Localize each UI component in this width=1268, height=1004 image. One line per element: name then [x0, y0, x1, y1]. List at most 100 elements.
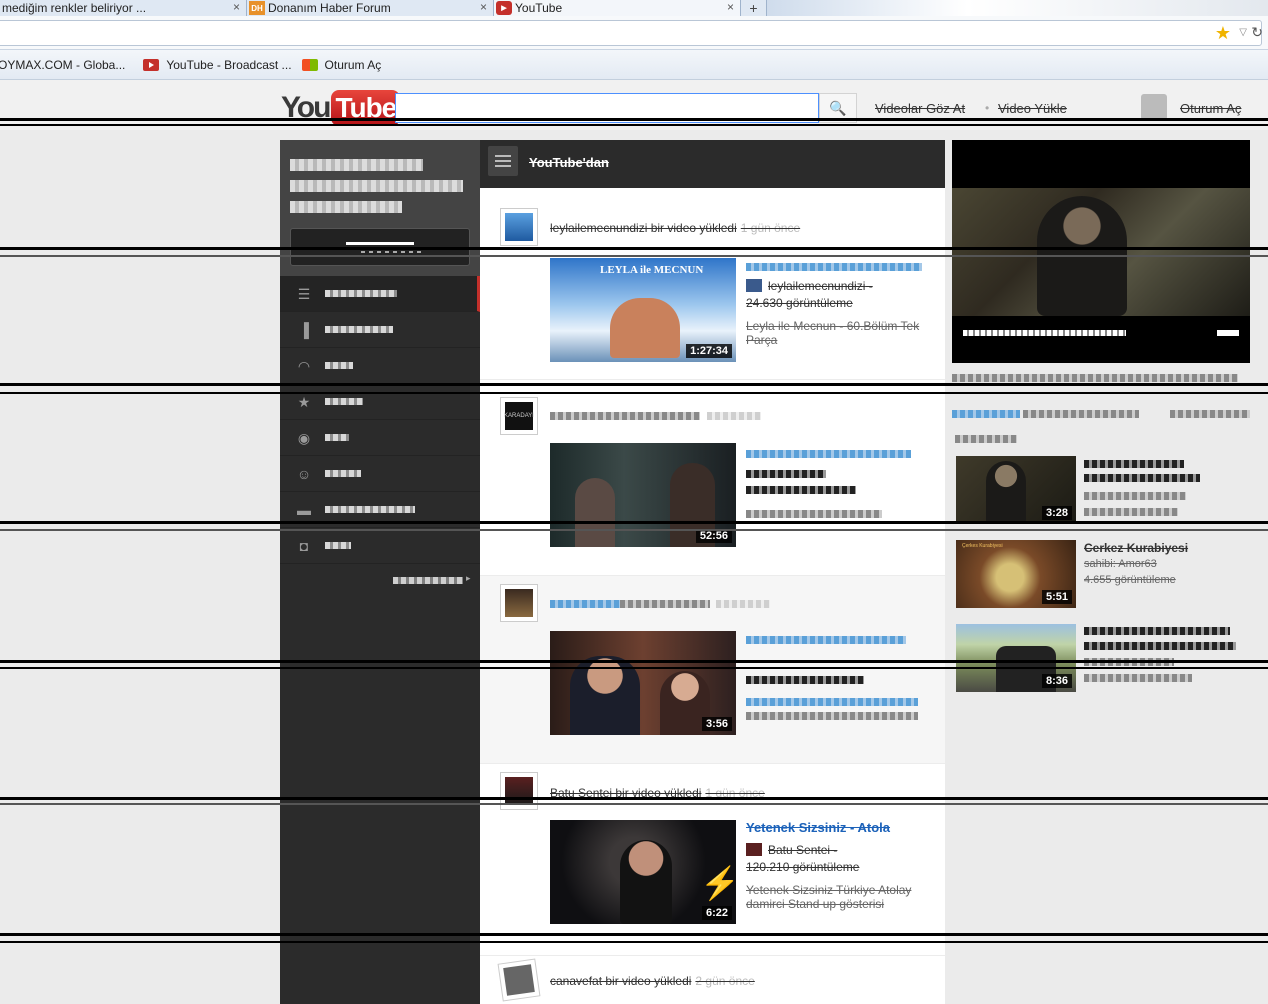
video-thumbnail[interactable]: 52:56: [550, 443, 736, 547]
youtube-icon: ▶: [496, 1, 512, 15]
feed-item: canavefat bir video yükledi 2 gün önce: [480, 956, 945, 1004]
channel-mini-icon: [746, 843, 762, 856]
video-title-link[interactable]: Yetenek Sizsiniz - Atola: [746, 820, 921, 835]
star-icon[interactable]: ★: [1215, 23, 1231, 44]
video-frame: [952, 188, 1250, 316]
redacted-channel[interactable]: [952, 410, 1020, 418]
redacted-time: [707, 412, 761, 420]
redacted-description: [746, 698, 918, 706]
channel-avatar[interactable]: [500, 584, 538, 622]
glitch-line: [0, 797, 1268, 800]
channel-avatar[interactable]: KARADAYI: [500, 397, 538, 435]
redacted-video-title[interactable]: [746, 263, 922, 271]
redacted-video-title[interactable]: [1084, 460, 1184, 468]
sign-in-link[interactable]: Oturum Aç: [1180, 101, 1241, 116]
video-thumbnail[interactable]: LEYLA ile MECNUN 1:27:34: [550, 258, 736, 362]
redacted-meta: [1170, 410, 1250, 418]
sidebar-item-label: [325, 542, 351, 549]
sidebar-item-label: [325, 326, 393, 333]
view-count: 24.630 görüntüleme: [746, 296, 853, 310]
windows-icon: [301, 58, 318, 71]
upload-video-link[interactable]: Video Yükle: [998, 101, 1067, 116]
redacted-actor[interactable]: [620, 600, 710, 608]
sidebar-more-link[interactable]: ▸: [280, 564, 480, 596]
tab-title: YouTube: [515, 1, 563, 15]
feed-item-actor[interactable]: canavefat bir video yükledi 2 gün önce: [550, 974, 755, 988]
video-title-link[interactable]: Cerkez Kurabiyesi: [1084, 541, 1204, 555]
browser-tab-1[interactable]: mediğim renkler beliriyor ... ×: [0, 0, 247, 16]
avatar-icon[interactable]: [1141, 94, 1167, 120]
video-meta: Batu Sentei -120.210 görüntüleme: [746, 843, 860, 874]
recommended-video-thumbnail[interactable]: Çerkes Kurabiyesi 5:51: [956, 540, 1076, 608]
glitch-line: [0, 247, 1268, 250]
bookmarks-bar: OYMAX.COM - Globa... YouTube - Broadcast…: [0, 50, 1268, 80]
redacted-actor[interactable]: [550, 412, 700, 420]
recommended-video-thumbnail[interactable]: 3:28: [956, 456, 1076, 524]
video-thumbnail[interactable]: ⚡ 6:22: [550, 820, 736, 924]
sidebar-item-comedy[interactable]: ☺: [280, 456, 480, 492]
redacted-caption: [1217, 330, 1239, 336]
redacted-video-title[interactable]: [1084, 474, 1200, 482]
redacted-video-title[interactable]: [746, 636, 906, 644]
bookmark-oymax[interactable]: OYMAX.COM - Globa...: [0, 58, 125, 72]
redacted-views: [1084, 508, 1178, 516]
feed-title: YouTube'dan: [529, 155, 609, 170]
bar-chart-icon: ▐: [299, 322, 309, 338]
sidebar-item-sports[interactable]: ◉: [280, 420, 480, 456]
redacted-caption: [963, 330, 1126, 336]
sidebar-item-music[interactable]: ◠: [280, 348, 480, 384]
sidebar-item-feed[interactable]: ☰: [280, 276, 480, 312]
tab-close-icon[interactable]: ×: [480, 0, 487, 14]
video-thumbnail[interactable]: 3:56: [550, 631, 736, 735]
view-count: 120.210 görüntüleme: [746, 860, 860, 874]
redacted-time: [716, 600, 770, 608]
sidebar-item-gaming[interactable]: ◘: [280, 528, 480, 564]
tab-close-icon[interactable]: ×: [233, 0, 240, 14]
redacted-video-title: [952, 374, 1238, 382]
feed-item: KARADAYI 52:56: [480, 380, 945, 576]
thumbnail-text: LEYLA ile MECNUN: [600, 264, 704, 276]
address-bar-area: ★ ▽ ↻: [0, 16, 1268, 50]
youtube-icon: [143, 58, 160, 71]
main-feed: YouTube'dan leylailemecnundizi bir video…: [480, 140, 945, 1004]
browse-videos-link[interactable]: Videolar Göz At: [875, 101, 965, 116]
star-badge-icon: ★: [297, 394, 311, 410]
separator: •: [985, 101, 990, 115]
bookmark-youtube-broadcast[interactable]: YouTube - Broadcast ...: [143, 58, 292, 72]
url-input[interactable]: ★ ▽ ↻: [0, 20, 1263, 46]
glitch-line: [0, 255, 1268, 257]
dropdown-arrow-icon[interactable]: ▽: [1239, 27, 1247, 38]
redacted-actor[interactable]: [550, 600, 620, 608]
recommended-video-thumbnail[interactable]: 8:36: [956, 624, 1076, 692]
view-count: 4.655 görüntüleme: [1084, 574, 1176, 586]
channel-avatar[interactable]: [497, 958, 541, 1002]
redacted-channel: [1084, 492, 1186, 500]
redacted-channel[interactable]: [746, 676, 864, 684]
menu-icon[interactable]: [488, 146, 518, 176]
channel-avatar[interactable]: [500, 208, 538, 246]
redacted-video-title[interactable]: [1084, 642, 1236, 650]
sidebar-item-entertainment[interactable]: ★: [280, 384, 480, 420]
featured-video-player[interactable]: [952, 140, 1250, 363]
tab-strip-background: [767, 0, 1268, 16]
sidebar-item-popular[interactable]: ▐: [280, 312, 480, 348]
sidebar-item-label: [325, 398, 363, 405]
glitch-line: [0, 803, 1268, 805]
redacted-video-title[interactable]: [746, 450, 911, 458]
browser-tab-donanim-haber[interactable]: DH Donanım Haber Forum ×: [247, 0, 494, 16]
film-icon: ▬: [297, 502, 311, 518]
bookmark-oturum-ac[interactable]: Oturum Aç: [301, 58, 381, 72]
redacted-video-title[interactable]: [1084, 627, 1230, 635]
glitch-line: [0, 118, 1268, 121]
sidebar-item-label: [393, 577, 463, 584]
browser-tab-youtube[interactable]: ▶ YouTube ×: [494, 0, 741, 16]
redacted-channel[interactable]: [746, 470, 826, 478]
glitch-line: [0, 529, 1268, 531]
mask-icon: ☺: [296, 466, 312, 482]
reload-icon[interactable]: ↻: [1251, 24, 1263, 41]
right-column: 3:28 Çerkes Kurabiyesi 5:51 Cerkez Kurab…: [945, 130, 1268, 1004]
feed-item-actor[interactable]: leylailemecnundizi bir video yükledi 1 gü…: [550, 221, 800, 235]
tab-close-icon[interactable]: ×: [727, 0, 734, 14]
video-duration: 52:56: [695, 529, 732, 543]
new-tab-button[interactable]: +: [741, 0, 767, 16]
